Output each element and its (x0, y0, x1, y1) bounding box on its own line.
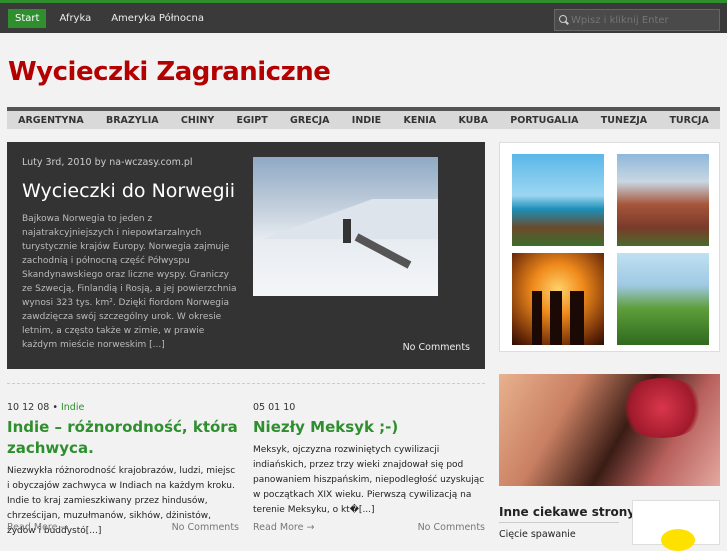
top-bar: Start Afryka Ameryka Północnа (0, 0, 727, 33)
search-input[interactable] (571, 14, 719, 26)
search-box (554, 9, 720, 31)
divider (499, 522, 619, 523)
category-egipt[interactable]: EGIPT (236, 115, 267, 126)
top-nav: Start Afryka Ameryka Północnа (8, 9, 211, 28)
nav-afryka[interactable]: Afryka (52, 9, 98, 28)
category-grecja[interactable]: GRECJA (290, 115, 329, 126)
category-nav: ARGENTYNA BRAZYLIA CHINY EGIPT GRECJA IN… (7, 107, 720, 129)
post-footer: Read More → No Comments (253, 522, 485, 533)
post-footer: Read More → No Comments (7, 522, 239, 533)
gallery-thumb-sunset-people[interactable] (512, 253, 604, 345)
banner-image[interactable] (499, 374, 720, 486)
photo-gallery (499, 142, 720, 352)
post-date: 05 01 10 (253, 402, 296, 413)
featured-title[interactable]: Wycieczki do Norwegii (22, 180, 235, 202)
ad-box[interactable] (632, 500, 720, 551)
post-excerpt: Meksyk, ojczyzna rozwiniętych cywilizacj… (253, 445, 485, 515)
comments-link[interactable]: No Comments (418, 522, 485, 533)
category-turcja[interactable]: TURCJA (669, 115, 708, 126)
site-title[interactable]: Wycieczki Zagraniczne (8, 57, 331, 87)
comments-link[interactable]: No Comments (172, 522, 239, 533)
post-date: 10 12 08 • Indie (7, 402, 85, 413)
category-chiny[interactable]: CHINY (181, 115, 214, 126)
featured-comments-link[interactable]: No Comments (403, 342, 470, 353)
gallery-thumb-mountains[interactable] (617, 253, 709, 345)
category-indie[interactable]: INDIE (352, 115, 381, 126)
category-tunezja[interactable]: TUNEZJA (601, 115, 647, 126)
post-card: 10 12 08 • Indie Indie – różnorodność, k… (7, 402, 239, 539)
gallery-thumb-pool[interactable] (512, 154, 604, 246)
category-argentyna[interactable]: ARGENTYNA (18, 115, 84, 126)
nav-start[interactable]: Start (8, 9, 47, 28)
search-icon (559, 15, 569, 25)
featured-image[interactable] (253, 157, 438, 296)
nav-ameryka-polnocna[interactable]: Ameryka Północnа (104, 9, 211, 28)
category-kuba[interactable]: KUBA (458, 115, 488, 126)
read-more-link[interactable]: Read More → (253, 522, 314, 533)
divider (7, 383, 485, 386)
flower-icon (661, 529, 695, 551)
post-title[interactable]: Indie – różnorodność, która zachwyca. (7, 417, 239, 459)
category-brazylia[interactable]: BRAZYLIA (106, 115, 159, 126)
read-more-link[interactable]: Read More → (7, 522, 68, 533)
category-portugalia[interactable]: PORTUGALIA (510, 115, 578, 126)
post-card: 05 01 10 Niezły Meksyk ;-) Meksyk, ojczy… (253, 402, 485, 533)
featured-post: Luty 3rd, 2010 by na-wczasy.com.pl Wycie… (7, 142, 485, 369)
sidebar-heading: Inne ciekawe strony (499, 505, 636, 519)
category-kenia[interactable]: KENIA (403, 115, 436, 126)
post-title[interactable]: Niezły Meksyk ;-) (253, 417, 485, 438)
sidebar-link[interactable]: Cięcie spawanie (499, 529, 576, 540)
gallery-thumb-castle[interactable] (617, 154, 709, 246)
post-category[interactable]: Indie (61, 402, 84, 413)
featured-meta: Luty 3rd, 2010 by na-wczasy.com.pl (22, 157, 193, 168)
featured-excerpt: Bajkowa Norwegia to jeden z najatrakcyjn… (22, 214, 237, 350)
